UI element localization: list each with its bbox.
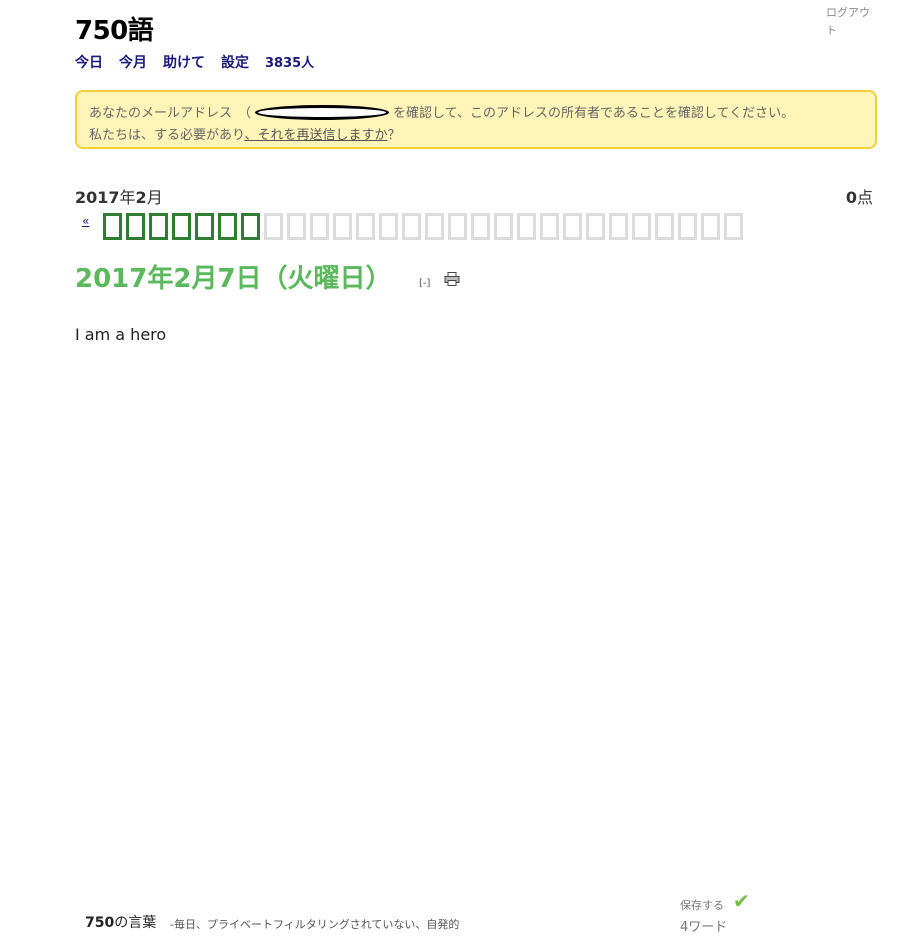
day-box-empty[interactable] xyxy=(724,213,743,240)
day-box-empty[interactable] xyxy=(310,213,329,240)
notice-line-2: 私たちは、する必要があり、それを再送信しますか？ xyxy=(89,125,863,147)
day-box-completed[interactable] xyxy=(149,213,168,240)
printer-icon[interactable] xyxy=(444,272,460,286)
entry-date-heading: 2017年2月7日（火曜日） xyxy=(75,264,392,294)
month-day-boxes xyxy=(103,213,743,240)
notice-line-1: あなたのメールアドレス （ を確認して、このアドレスの所有者であることを確認してくだ… xyxy=(89,103,863,125)
nav-this-month[interactable]: 今月 xyxy=(119,52,147,72)
day-box-empty[interactable] xyxy=(264,213,283,240)
collapse-toggle[interactable]: [-] xyxy=(419,278,430,289)
footer-brand: 750の言葉 xyxy=(85,912,156,932)
day-box-empty[interactable] xyxy=(586,213,605,240)
current-month-label: 2017年2月 xyxy=(75,184,163,208)
resend-verification-link[interactable]: 、それを再送信しますか xyxy=(244,128,387,143)
nav-today[interactable]: 今日 xyxy=(75,52,103,72)
month-number: 2 xyxy=(135,188,147,207)
email-verification-notice: あなたのメールアドレス （ を確認して、このアドレスの所有者であることを確認してくだ… xyxy=(75,90,877,149)
day-box-empty[interactable] xyxy=(563,213,582,240)
notice-text-before: あなたのメールアドレス xyxy=(89,106,233,121)
day-box-empty[interactable] xyxy=(517,213,536,240)
day-box-completed[interactable] xyxy=(195,213,214,240)
site-title[interactable]: 750語 xyxy=(75,10,154,47)
footer-tagline: -毎日、プライベートフィルタリングされていない、自発的 xyxy=(170,918,460,931)
points-suffix: 点 xyxy=(856,188,873,207)
main-nav: 今日 今月 助けて 設定 3835人 xyxy=(75,52,314,72)
page: ログアウト 750語 今日 今月 助けて 設定 3835人 あなたのメールアドレ… xyxy=(0,0,907,936)
day-box-empty[interactable] xyxy=(540,213,559,240)
entry-text[interactable]: I am a hero xyxy=(75,325,166,344)
logout-link[interactable]: ログアウト xyxy=(826,4,878,40)
day-box-empty[interactable] xyxy=(471,213,490,240)
save-status: 保存する xyxy=(680,899,724,912)
day-box-empty[interactable] xyxy=(632,213,651,240)
nav-settings[interactable]: 設定 xyxy=(221,52,249,72)
notice-line2-after: ？ xyxy=(387,128,401,143)
nav-user-count[interactable]: 3835人 xyxy=(265,52,314,72)
day-box-completed[interactable] xyxy=(218,213,237,240)
day-box-empty[interactable] xyxy=(678,213,697,240)
nav-help[interactable]: 助けて xyxy=(163,52,205,72)
word-count: 4ワード xyxy=(680,920,728,935)
notice-open-paren: （ xyxy=(238,106,252,121)
month-year: 2017 xyxy=(75,188,120,207)
day-box-empty[interactable] xyxy=(448,213,467,240)
day-box-empty[interactable] xyxy=(655,213,674,240)
day-box-completed[interactable] xyxy=(126,213,145,240)
month-suffix: 月 xyxy=(146,188,163,207)
day-box-empty[interactable] xyxy=(425,213,444,240)
day-box-empty[interactable] xyxy=(402,213,421,240)
day-box-empty[interactable] xyxy=(701,213,720,240)
day-box-completed[interactable] xyxy=(241,213,260,240)
points-display: 0点 xyxy=(846,184,873,208)
day-box-empty[interactable] xyxy=(333,213,352,240)
notice-text-after: を確認して、このアドレスの所有者であることを確認してください。 xyxy=(393,106,795,121)
month-year-suffix: 年 xyxy=(119,188,136,207)
day-box-empty[interactable] xyxy=(379,213,398,240)
day-box-completed[interactable] xyxy=(172,213,191,240)
day-box-empty[interactable] xyxy=(287,213,306,240)
previous-month-link[interactable]: « xyxy=(82,214,89,228)
notice-line2-before: 私たちは、する必要があり xyxy=(89,128,245,143)
points-value: 0 xyxy=(845,188,857,207)
check-icon: ✔ xyxy=(733,889,750,913)
footer-brand-number: 750 xyxy=(85,915,115,931)
day-box-empty[interactable] xyxy=(609,213,628,240)
redacted-email-mark xyxy=(255,105,390,120)
day-box-completed[interactable] xyxy=(103,213,122,240)
day-box-empty[interactable] xyxy=(356,213,375,240)
day-box-empty[interactable] xyxy=(494,213,513,240)
footer-brand-suffix: の言葉 xyxy=(114,915,157,931)
